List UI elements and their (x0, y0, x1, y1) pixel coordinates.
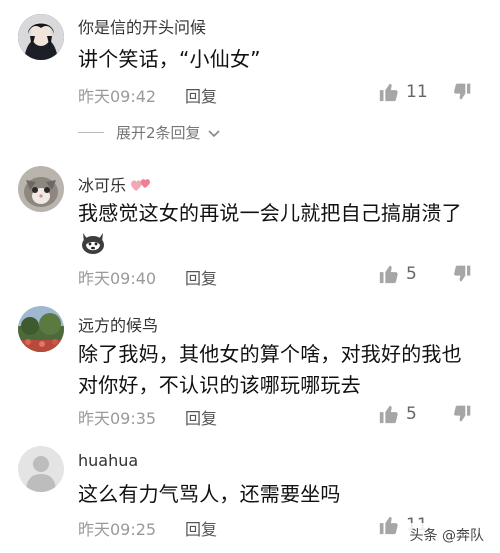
dislike-button[interactable] (452, 264, 472, 284)
thumbs-up-icon (378, 81, 400, 103)
thumbs-up-icon (378, 514, 400, 536)
comment-time: 昨天09:42 (78, 87, 157, 106)
thumbs-up-icon (378, 403, 400, 425)
watermark: 头条 @奔队 (403, 523, 490, 547)
reply-button[interactable]: 回复 (185, 83, 217, 107)
comment-time: 昨天09:40 (78, 269, 157, 288)
dislike-button[interactable] (452, 404, 472, 424)
chevron-down-icon (207, 126, 221, 140)
thumbs-down-icon (452, 264, 472, 284)
thumbs-down-icon (452, 404, 472, 424)
comment-time: 昨天09:35 (78, 409, 157, 428)
avatar[interactable] (18, 166, 64, 212)
hearts-icon (130, 175, 154, 193)
username[interactable]: 冰可乐 (78, 172, 154, 196)
reply-button[interactable]: 回复 (185, 405, 217, 429)
like-count: 5 (406, 404, 417, 424)
comment-text: 除了我妈，其他女的算个啥，对我好的我也对你好，不认识的该哪玩哪玩去 (78, 342, 462, 397)
like-button[interactable]: 5 (378, 263, 417, 285)
username[interactable]: 远方的候鸟 (78, 312, 158, 336)
divider-line (78, 132, 104, 133)
expand-replies-button[interactable]: 展开2条回复 (78, 122, 221, 143)
like-count: 5 (406, 264, 417, 284)
avatar[interactable] (18, 306, 64, 352)
comment-text: 讲个笑话，“小仙女” (78, 47, 261, 71)
thumbs-up-icon (378, 263, 400, 285)
comment-text-body: 我感觉这女的再说一会儿就把自己搞崩溃了 (78, 201, 462, 225)
dislike-button[interactable] (452, 82, 472, 102)
like-count: 11 (406, 82, 428, 102)
avatar[interactable] (18, 446, 64, 492)
comment-text: 这么有力气骂人，还需要坐吗 (78, 482, 341, 506)
thumbs-down-icon (452, 82, 472, 102)
username-text: 冰可乐 (78, 176, 127, 195)
avatar[interactable] (18, 14, 64, 60)
like-button[interactable]: 11 (378, 81, 428, 103)
reply-button[interactable]: 回复 (185, 265, 217, 289)
comment-time: 昨天09:25 (78, 520, 157, 539)
husky-emoji-icon (80, 231, 106, 255)
reply-button[interactable]: 回复 (185, 516, 217, 540)
username[interactable]: 你是信的开头问候 (78, 14, 206, 38)
like-button[interactable]: 5 (378, 403, 417, 425)
username[interactable]: huahua (78, 451, 138, 470)
comment-text: 我感觉这女的再说一会儿就把自己搞崩溃了 (78, 198, 478, 260)
expand-replies-label: 展开2条回复 (116, 124, 201, 142)
